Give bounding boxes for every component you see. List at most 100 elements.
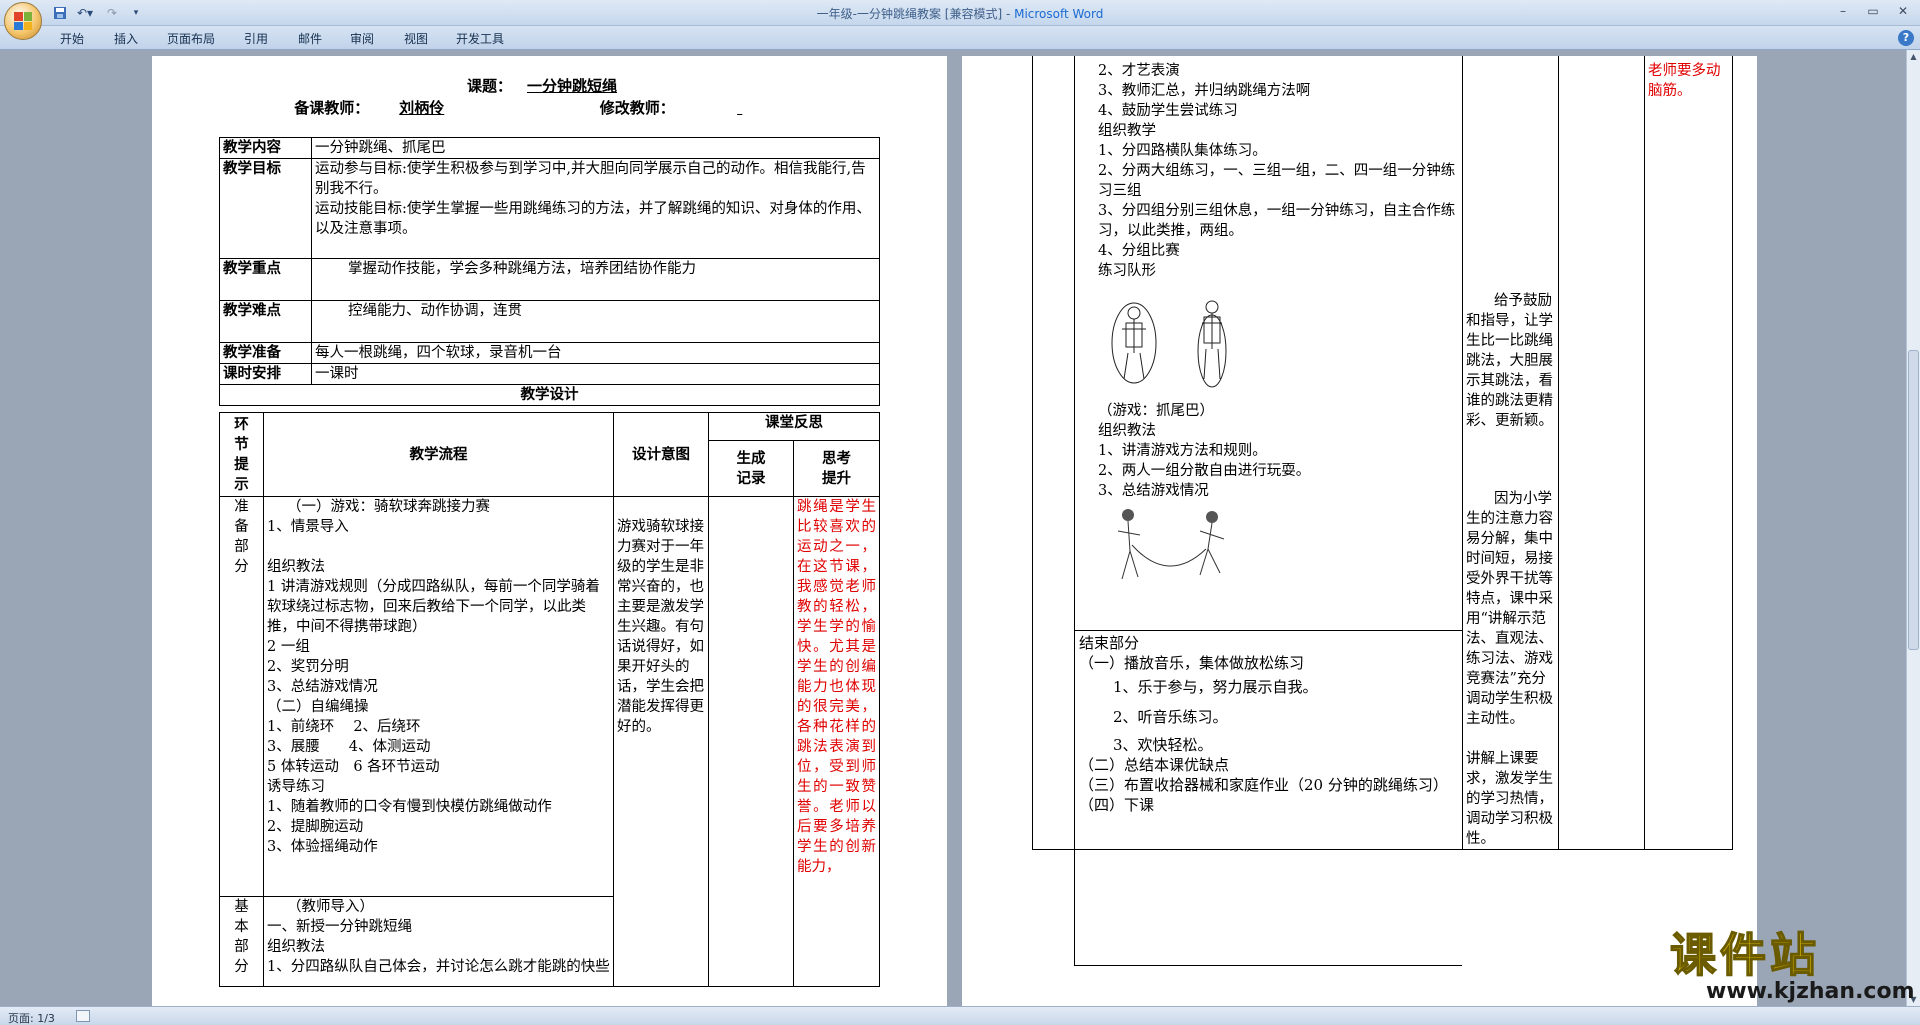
scroll-thumb[interactable]	[1908, 350, 1919, 650]
proofing-icon[interactable]	[76, 1010, 90, 1022]
stage-char: 部	[234, 539, 249, 555]
end-line: （四）下课	[1079, 796, 1155, 814]
lesson-title: 课题： 一分钟跳短绳	[152, 76, 947, 96]
prep-intent: 游戏骑软球接力赛对于一年级的学生是非常兴奋的，也主要是激发学生兴趣。有句话说得好…	[613, 496, 709, 987]
jump-rope-figure-icon	[1111, 300, 1227, 388]
teacher-value: 刘柄伶	[399, 99, 445, 117]
header-line: 生成	[736, 449, 766, 467]
office-button[interactable]	[4, 2, 42, 40]
end-line: （三）布置收拾器械和家庭作业（20 分钟的跳绳练习）	[1079, 776, 1448, 794]
goal-participation: 运动参与目标:使学生积极参与到学习中,并大胆向同学展示自己的动作。相信我能行,告…	[315, 161, 866, 197]
end-line: 2、听音乐练习。	[1113, 708, 1228, 726]
intent-text: 因为小学生的注意力容易分解，集中时间短，易接受外界干扰等特点，课中采用“讲解示范…	[1466, 491, 1553, 727]
basic-intent-cont: 给予鼓励和指导，让学生比一比跳绳跳法，大胆展示其跳法，看谁的跳法更精彩、更新颖。…	[1462, 56, 1559, 850]
row-label: 教学难点	[219, 300, 312, 343]
watermark-cn: 课件站	[1669, 928, 1820, 982]
row-label: 课时安排	[219, 363, 312, 385]
tab-review[interactable]: 审阅	[350, 30, 374, 47]
tab-view[interactable]: 视图	[404, 30, 428, 47]
maximize-button[interactable]: ▭	[1860, 2, 1886, 20]
flow-line: 2、提脚腕运动	[267, 819, 364, 835]
vertical-scrollbar[interactable]: ▲ ▼	[1906, 50, 1920, 1006]
row-label: 教学重点	[219, 258, 312, 301]
col-stage-header: 环节提示	[219, 412, 264, 497]
intent-text: 讲解上课要求，激发学生的学习热情，调动学习积极性。	[1466, 751, 1553, 847]
flow-line: 3、总结游戏情况	[1098, 483, 1209, 499]
row-label: 教学目标	[219, 158, 312, 259]
watermark-url: www.kjzhan.com	[1706, 979, 1915, 1004]
flow-line: 1、前绕环 2、后绕环	[267, 719, 421, 735]
stage-char: 部	[234, 939, 249, 955]
app-name: Microsoft Word	[1014, 7, 1104, 21]
info-table: 教学内容 一分钟跳绳、抓尾巴 教学目标 运动参与目标:使学生积极参与到学习中,并…	[219, 137, 880, 406]
minimize-button[interactable]: –	[1830, 2, 1856, 20]
basic-record-cont	[1558, 56, 1645, 850]
title-bar: ↶▾ ↷ ▾ 一年级-一分钟跳绳教案 [兼容模式] - Microsoft Wo…	[0, 0, 1920, 40]
table-row: 教学设计	[219, 384, 880, 406]
kjzhan-watermark-logo: 课件站 www.kjzhan.com	[1669, 928, 1914, 1002]
formation-figures	[1078, 281, 1459, 401]
page-count[interactable]: 页面: 1/3	[8, 1010, 55, 1025]
flow-line: 组织教学	[1098, 123, 1156, 139]
end-title: 结束部分	[1079, 634, 1140, 652]
row-label: 教学准备	[219, 342, 312, 364]
help-icon[interactable]: ?	[1898, 30, 1914, 46]
tail-game-figure-icon	[1117, 509, 1225, 580]
header-line: 提升	[822, 469, 851, 487]
end-section: 结束部分 （一）播放音乐，集体做放松练习 1、乐于参与，努力展示自我。 2、听音…	[1074, 630, 1462, 966]
basic-improve-cont: 老师要多动脑筋。	[1644, 56, 1733, 850]
status-bar: 页面: 1/3	[0, 1006, 1920, 1025]
tab-page-layout[interactable]: 页面布局	[167, 30, 215, 47]
flow-line: 3、展腰 4、体测运动	[267, 739, 431, 755]
title-value: 一分钟跳短绳	[526, 77, 617, 95]
window-title: 一年级-一分钟跳绳教案 [兼容模式] - Microsoft Word	[0, 5, 1920, 22]
flow-line: 组织教法	[267, 939, 325, 955]
stage-basic-cont	[1032, 56, 1075, 850]
tab-mailings[interactable]: 邮件	[298, 30, 322, 47]
tab-references[interactable]: 引用	[244, 30, 268, 47]
flow-line: （二）自编绳操	[267, 699, 369, 715]
col-intent-header: 设计意图	[613, 412, 709, 497]
end-line: （一）播放音乐，集体做放松练习	[1079, 654, 1305, 672]
intent-text: 游戏骑软球接力赛对于一年级的学生是非常兴奋的，也主要是激发学生兴趣。有句话说得好…	[617, 519, 704, 735]
prep-flow: （一）游戏：骑软球奔跳接力赛 1、情景导入 组织教法 1 讲清游戏规则（分成四路…	[263, 496, 614, 897]
page-1[interactable]: 课题： 一分钟跳短绳 备课教师： 刘柄伶 修改教师： 教学内容 一分钟跳绳、抓尾巴 …	[152, 56, 947, 1006]
flow-line: 1、讲清游戏方法和规则。	[1098, 443, 1267, 459]
table-row: 环节提示 教学流程 设计意图 课堂反思	[219, 411, 880, 497]
tab-insert[interactable]: 插入	[114, 30, 138, 47]
tab-home[interactable]: 开始	[60, 30, 84, 47]
flow-line: 组织教法	[1098, 423, 1156, 439]
row-value: 一课时	[311, 363, 880, 385]
document-workspace[interactable]: 课题： 一分钟跳短绳 备课教师： 刘柄伶 修改教师： 教学内容 一分钟跳绳、抓尾巴 …	[0, 50, 1906, 1006]
goal-skill: 运动技能目标:使学生掌握一些用跳绳练习的方法，并了解跳绳的知识、对身体的作用、以…	[315, 201, 871, 237]
flow-line: 4、鼓励学生尝试练习	[1098, 103, 1238, 119]
tab-developer[interactable]: 开发工具	[456, 30, 504, 47]
table-row: 教学准备 每人一根跳绳，四个软球，录音机一台	[219, 342, 880, 364]
flow-line: 4、分组比赛	[1098, 243, 1180, 259]
flow-line: （教师导入）	[287, 899, 374, 915]
stage-basic: 基本部分	[219, 896, 264, 987]
stage-char: 准	[234, 499, 249, 515]
row-value: 掌握动作技能，学会多种跳绳方法，培养团结协作能力	[311, 258, 880, 301]
row-value: 每人一根跳绳，四个软球，录音机一台	[311, 342, 880, 364]
design-table: 环节提示 教学流程 设计意图 课堂反思 生成 记录 思考 提升 准备部分 （一）游戏…	[219, 411, 880, 987]
header-char: 环	[234, 415, 249, 433]
table-row: 课时安排 一课时	[219, 363, 880, 385]
end-line: （二）总结本课优缺点	[1079, 756, 1230, 774]
flow-line: 练习队形	[1098, 263, 1156, 279]
prep-improve: 跳绳是学生比较喜欢的运动之一，在这节课，我感觉老师教的轻松，学生学的愉快。尤其是…	[793, 496, 880, 987]
page-2[interactable]: 2、才艺表演 3、教师汇总，并归纳跳绳方法啊 4、鼓励学生尝试练习 组织教学 1…	[962, 56, 1757, 1006]
game-figures	[1078, 501, 1459, 591]
col-flow-header: 教学流程	[263, 412, 614, 497]
flow-line: 3、教师汇总，并归纳跳绳方法啊	[1098, 83, 1311, 99]
col-reflect-header: 课堂反思	[708, 411, 880, 442]
close-button[interactable]: ✕	[1890, 2, 1916, 20]
scroll-up-icon[interactable]: ▲	[1907, 50, 1920, 63]
end-line: 3、欢快轻松。	[1113, 736, 1213, 754]
stage-prep: 准备部分	[219, 496, 264, 897]
flow-line: 一、新授一分钟跳短绳	[267, 919, 412, 935]
flow-line: 3、总结游戏情况	[267, 679, 378, 695]
header-char: 提	[234, 455, 249, 473]
header-line: 记录	[736, 469, 766, 487]
flow-line: 1、分四路横队集体练习。	[1098, 143, 1267, 159]
